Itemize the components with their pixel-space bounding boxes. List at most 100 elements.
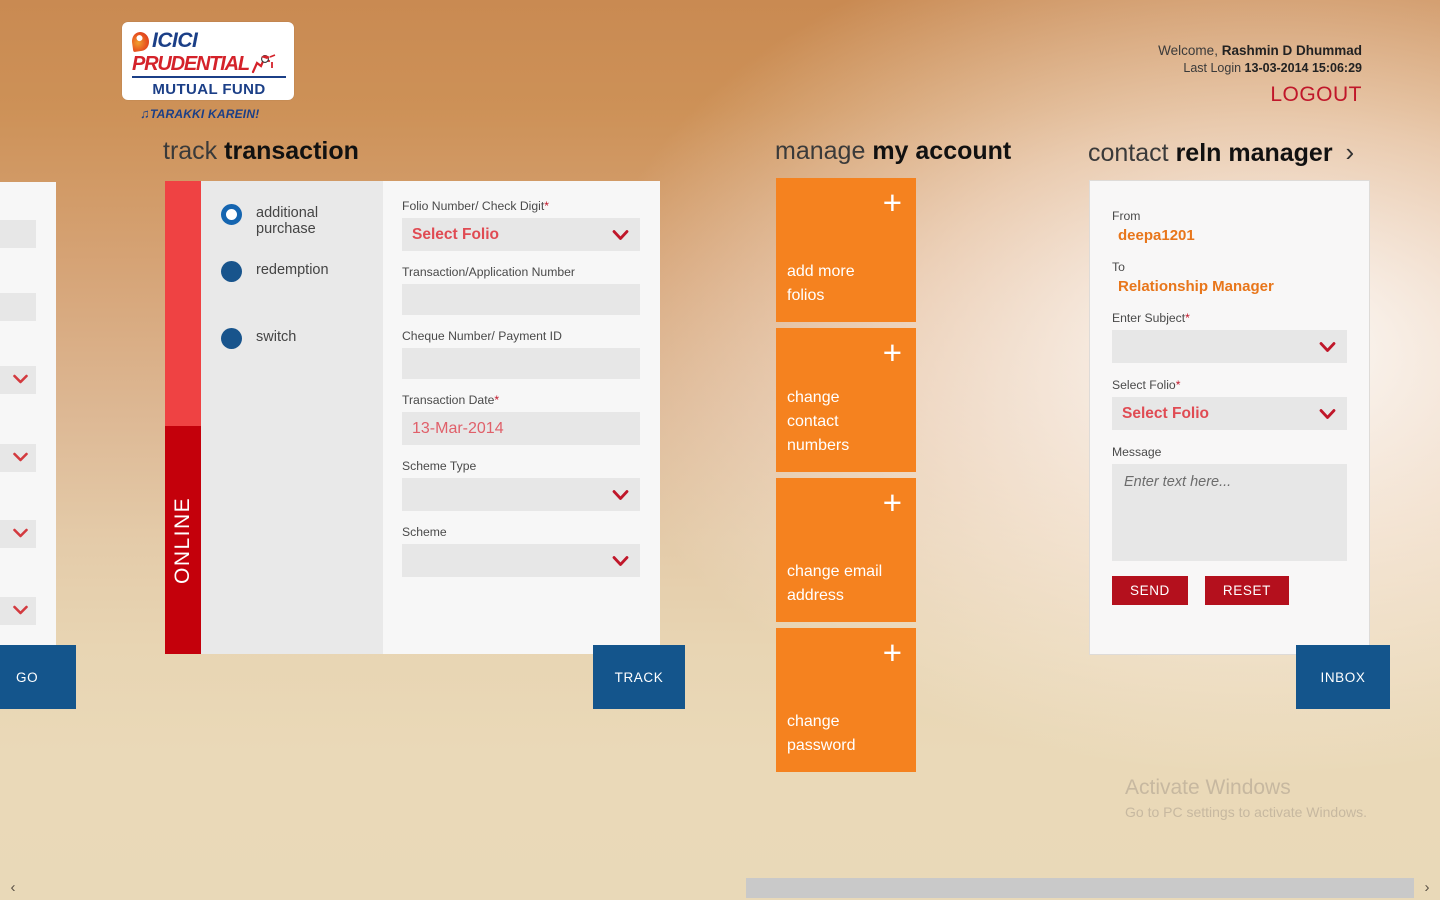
value-from: deepa1201 xyxy=(1112,227,1347,244)
label-message: Message xyxy=(1112,445,1347,459)
tile-line-2: address xyxy=(787,587,844,604)
last-login-label: Last Login xyxy=(1183,61,1241,75)
user-name: Rashmin D Dhummad xyxy=(1222,43,1362,58)
input-cheque-number[interactable] xyxy=(402,348,640,379)
label-to: To xyxy=(1112,260,1347,274)
input-transaction-number[interactable] xyxy=(402,284,640,315)
left-panel-select-2[interactable] xyxy=(0,444,36,472)
radio-selected-icon[interactable] xyxy=(221,204,242,225)
tile-change-password[interactable]: + change password xyxy=(776,628,916,772)
chevron-down-icon[interactable] xyxy=(13,602,28,620)
track-title-bold: transaction xyxy=(224,137,359,165)
logo-icici-row: ICICI xyxy=(132,28,286,54)
left-panel-select-1[interactable] xyxy=(0,366,36,394)
label-select-folio-text: Select Folio xyxy=(1112,378,1176,392)
chevron-down-icon[interactable] xyxy=(13,371,28,389)
left-partial-form-panel xyxy=(0,182,56,682)
left-panel-field-2[interactable] xyxy=(0,293,36,321)
logout-button[interactable]: LOGOUT xyxy=(1158,83,1362,107)
page-title-contact-reln-manager[interactable]: contact reln manager › xyxy=(1088,137,1354,168)
contact-reln-manager-card: From deepa1201 To Relationship Manager E… xyxy=(1089,180,1370,655)
select-folio-number[interactable]: Select Folio xyxy=(402,218,640,251)
online-vertical-tab[interactable]: ONLINE xyxy=(165,181,201,654)
label-transaction-date-text: Transaction Date xyxy=(402,393,494,407)
logo-icici-text: ICICI xyxy=(152,29,197,53)
reset-button[interactable]: RESET xyxy=(1205,576,1289,605)
tile-line-2: password xyxy=(787,737,855,754)
brand-logo: ICICI PRUDENTIAL MUTUAL FUND xyxy=(122,22,294,100)
scrollbar-track[interactable] xyxy=(26,874,1414,900)
chevron-down-icon[interactable] xyxy=(1319,341,1336,352)
track-title-light: track xyxy=(163,137,217,165)
tagline-text: TARAKKI KAREIN! xyxy=(150,107,259,121)
left-panel-select-4[interactable] xyxy=(0,597,36,625)
tile-change-contact-numbers[interactable]: + change contact numbers xyxy=(776,328,916,472)
label-enter-subject-text: Enter Subject xyxy=(1112,311,1185,325)
radio-redemption[interactable]: redemption xyxy=(221,260,329,282)
transaction-type-radio-group: additionalpurchase redemption switch xyxy=(201,181,383,654)
plus-icon: + xyxy=(883,186,902,219)
page-title-track-transaction: track transaction xyxy=(163,137,359,166)
track-transaction-card: ONLINE additionalpurchase redemption swi… xyxy=(165,181,660,654)
select-scheme-type[interactable] xyxy=(402,478,640,511)
left-panel-field-1[interactable] xyxy=(0,220,36,248)
input-transaction-date[interactable]: 13-Mar-2014 xyxy=(402,412,640,445)
go-button[interactable]: GO xyxy=(0,645,76,709)
tile-label-change-password: change password xyxy=(787,710,855,758)
tile-change-email-address[interactable]: + change email address xyxy=(776,478,916,622)
left-panel-select-3[interactable] xyxy=(0,520,36,548)
radio-unselected-icon[interactable] xyxy=(221,328,242,349)
select-folio-value: Select Folio xyxy=(1122,405,1209,423)
watermark-title: Activate Windows xyxy=(1125,775,1367,801)
field-transaction-date: Transaction Date* 13-Mar-2014 xyxy=(402,393,640,445)
required-asterisk: * xyxy=(494,393,499,407)
label-enter-subject: Enter Subject* xyxy=(1112,311,1347,325)
logo-prudential-text: PRUDENTIAL xyxy=(132,53,249,76)
contact-action-buttons: SEND RESET xyxy=(1112,576,1347,605)
required-asterisk: * xyxy=(1176,378,1181,392)
scroll-left-arrow-icon[interactable]: ‹ xyxy=(0,874,26,900)
field-scheme: Scheme xyxy=(402,525,640,577)
radio-unselected-icon[interactable] xyxy=(221,261,242,282)
chevron-down-icon[interactable] xyxy=(612,555,629,566)
select-subject[interactable] xyxy=(1112,330,1347,363)
radio-switch[interactable]: switch xyxy=(221,327,296,349)
message-textarea[interactable]: Enter text here... xyxy=(1112,464,1347,561)
chevron-down-icon[interactable] xyxy=(1319,408,1336,419)
message-placeholder: Enter text here... xyxy=(1124,474,1231,490)
radio-label-redemption: redemption xyxy=(256,260,329,278)
chevron-right-icon[interactable]: › xyxy=(1346,137,1355,167)
field-scheme-type: Scheme Type xyxy=(402,459,640,511)
manage-title-light: manage xyxy=(775,137,865,165)
label-transaction-date: Transaction Date* xyxy=(402,393,640,407)
logo-prudential-row: PRUDENTIAL xyxy=(132,54,286,78)
send-button[interactable]: SEND xyxy=(1112,576,1188,605)
chevron-down-icon[interactable] xyxy=(612,229,629,240)
value-to: Relationship Manager xyxy=(1112,278,1347,295)
chevron-down-icon[interactable] xyxy=(13,525,28,543)
tile-add-more-folios[interactable]: + add more folios xyxy=(776,178,916,322)
track-button[interactable]: TRACK xyxy=(593,645,685,709)
chevron-down-icon[interactable] xyxy=(612,489,629,500)
plus-icon: + xyxy=(883,336,902,369)
label-cheque-number: Cheque Number/ Payment ID xyxy=(402,329,640,343)
plus-icon: + xyxy=(883,636,902,669)
tile-label-add-more-folios: add more folios xyxy=(787,260,855,308)
tile-line-1: change xyxy=(787,713,840,730)
select-scheme[interactable] xyxy=(402,544,640,577)
label-scheme: Scheme xyxy=(402,525,640,539)
manage-title-bold: my account xyxy=(872,137,1011,165)
welcome-line: Welcome, Rashmin D Dhummad xyxy=(1158,42,1362,60)
chevron-down-icon[interactable] xyxy=(13,449,28,467)
horizontal-scrollbar[interactable]: ‹ › xyxy=(0,874,1440,900)
label-folio-number-text: Folio Number/ Check Digit xyxy=(402,199,544,213)
scrollbar-thumb[interactable] xyxy=(746,878,1414,898)
inbox-button[interactable]: INBOX xyxy=(1296,645,1390,709)
tile-label-change-email-address: change email address xyxy=(787,560,882,608)
transaction-date-value: 13-Mar-2014 xyxy=(412,420,504,438)
tile-line-1: add more xyxy=(787,263,855,280)
music-note-icon: ♫ xyxy=(140,106,150,121)
scroll-right-arrow-icon[interactable]: › xyxy=(1414,874,1440,900)
radio-additional-purchase[interactable]: additionalpurchase xyxy=(221,203,318,237)
select-folio[interactable]: Select Folio xyxy=(1112,397,1347,430)
